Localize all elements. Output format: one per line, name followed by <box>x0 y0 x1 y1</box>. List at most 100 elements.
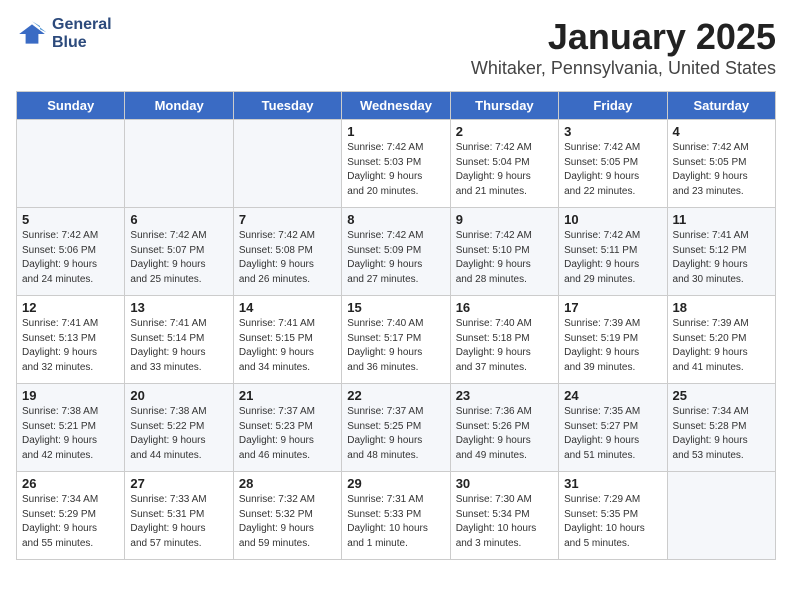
day-info: Sunrise: 7:42 AM Sunset: 5:09 PM Dayligh… <box>347 229 444 287</box>
day-number: 5 <box>22 212 119 227</box>
calendar-cell: 12 Sunrise: 7:41 AM Sunset: 5:13 PM Dayli… <box>17 296 125 384</box>
calendar-cell: 11Sunrise: 7:41 AM Sunset: 5:12 PM Dayli… <box>667 208 775 296</box>
calendar-cell: 21 Sunrise: 7:37 AM Sunset: 5:23 PM Dayli… <box>233 384 341 472</box>
day-info: Sunrise: 7:37 AM Sunset: 5:25 PM Dayligh… <box>347 405 444 463</box>
day-number: 2 <box>456 124 553 139</box>
calendar-week-row: 1Sunrise: 7:42 AM Sunset: 5:03 PM Daylig… <box>17 120 776 208</box>
calendar-cell: 24 Sunrise: 7:35 AM Sunset: 5:27 PM Dayli… <box>559 384 667 472</box>
day-info: Sunrise: 7:34 AM Sunset: 5:28 PM Dayligh… <box>673 405 770 463</box>
calendar-cell: 2 Sunrise: 7:42 AM Sunset: 5:04 PM Daylig… <box>450 120 558 208</box>
day-info: Sunrise: 7:30 AM Sunset: 5:34 PM Dayligh… <box>456 493 553 551</box>
day-info: Sunrise: 7:29 AM Sunset: 5:35 PM Dayligh… <box>564 493 661 551</box>
calendar-cell: 4 Sunrise: 7:42 AM Sunset: 5:05 PM Daylig… <box>667 120 775 208</box>
calendar-cell: 16 Sunrise: 7:40 AM Sunset: 5:18 PM Dayli… <box>450 296 558 384</box>
day-info: Sunrise: 7:37 AM Sunset: 5:23 PM Dayligh… <box>239 405 336 463</box>
calendar-cell <box>667 472 775 560</box>
day-info: Sunrise: 7:41 AM Sunset: 5:15 PM Dayligh… <box>239 317 336 375</box>
weekday-header-row: SundayMondayTuesdayWednesdayThursdayFrid… <box>17 92 776 120</box>
day-info: Sunrise: 7:42 AM Sunset: 5:08 PM Dayligh… <box>239 229 336 287</box>
weekday-header: Friday <box>559 92 667 120</box>
calendar-cell: 27Sunrise: 7:33 AM Sunset: 5:31 PM Dayli… <box>125 472 233 560</box>
calendar-cell: 23Sunrise: 7:36 AM Sunset: 5:26 PM Dayli… <box>450 384 558 472</box>
calendar-week-row: 19 Sunrise: 7:38 AM Sunset: 5:21 PM Dayli… <box>17 384 776 472</box>
calendar-cell: 13 Sunrise: 7:41 AM Sunset: 5:14 PM Dayli… <box>125 296 233 384</box>
calendar-cell: 30 Sunrise: 7:30 AM Sunset: 5:34 PM Dayli… <box>450 472 558 560</box>
calendar-cell: 15 Sunrise: 7:40 AM Sunset: 5:17 PM Dayli… <box>342 296 450 384</box>
day-number: 1 <box>347 124 444 139</box>
day-number: 16 <box>456 300 553 315</box>
day-info: Sunrise: 7:40 AM Sunset: 5:18 PM Dayligh… <box>456 317 553 375</box>
calendar-cell: 28Sunrise: 7:32 AM Sunset: 5:32 PM Dayli… <box>233 472 341 560</box>
day-info: Sunrise: 7:42 AM Sunset: 5:05 PM Dayligh… <box>564 141 661 199</box>
calendar-cell <box>233 120 341 208</box>
logo: General Blue <box>16 16 112 51</box>
day-number: 8 <box>347 212 444 227</box>
day-info: Sunrise: 7:31 AM Sunset: 5:33 PM Dayligh… <box>347 493 444 551</box>
title-area: January 2025 Whitaker, Pennsylvania, Uni… <box>471 16 776 79</box>
weekday-header: Sunday <box>17 92 125 120</box>
day-number: 30 <box>456 476 553 491</box>
day-number: 29 <box>347 476 444 491</box>
day-number: 28 <box>239 476 336 491</box>
day-number: 21 <box>239 388 336 403</box>
calendar-cell: 19 Sunrise: 7:38 AM Sunset: 5:21 PM Dayli… <box>17 384 125 472</box>
logo-text: General Blue <box>52 16 112 51</box>
calendar: SundayMondayTuesdayWednesdayThursdayFrid… <box>16 91 776 560</box>
calendar-cell <box>125 120 233 208</box>
day-info: Sunrise: 7:41 AM Sunset: 5:14 PM Dayligh… <box>130 317 227 375</box>
day-number: 18 <box>673 300 770 315</box>
day-info: Sunrise: 7:40 AM Sunset: 5:17 PM Dayligh… <box>347 317 444 375</box>
calendar-cell <box>17 120 125 208</box>
day-info: Sunrise: 7:42 AM Sunset: 5:10 PM Dayligh… <box>456 229 553 287</box>
day-info: Sunrise: 7:42 AM Sunset: 5:04 PM Dayligh… <box>456 141 553 199</box>
day-number: 10 <box>564 212 661 227</box>
calendar-cell: 10 Sunrise: 7:42 AM Sunset: 5:11 PM Dayli… <box>559 208 667 296</box>
day-number: 15 <box>347 300 444 315</box>
calendar-cell: 22 Sunrise: 7:37 AM Sunset: 5:25 PM Dayli… <box>342 384 450 472</box>
day-info: Sunrise: 7:35 AM Sunset: 5:27 PM Dayligh… <box>564 405 661 463</box>
day-info: Sunrise: 7:42 AM Sunset: 5:06 PM Dayligh… <box>22 229 119 287</box>
day-number: 13 <box>130 300 227 315</box>
day-number: 26 <box>22 476 119 491</box>
calendar-cell: 8 Sunrise: 7:42 AM Sunset: 5:09 PM Daylig… <box>342 208 450 296</box>
calendar-cell: 26Sunrise: 7:34 AM Sunset: 5:29 PM Dayli… <box>17 472 125 560</box>
calendar-cell: 17 Sunrise: 7:39 AM Sunset: 5:19 PM Dayli… <box>559 296 667 384</box>
day-info: Sunrise: 7:42 AM Sunset: 5:05 PM Dayligh… <box>673 141 770 199</box>
calendar-week-row: 5 Sunrise: 7:42 AM Sunset: 5:06 PM Daylig… <box>17 208 776 296</box>
weekday-header: Thursday <box>450 92 558 120</box>
day-info: Sunrise: 7:38 AM Sunset: 5:22 PM Dayligh… <box>130 405 227 463</box>
day-info: Sunrise: 7:42 AM Sunset: 5:11 PM Dayligh… <box>564 229 661 287</box>
calendar-cell: 14Sunrise: 7:41 AM Sunset: 5:15 PM Dayli… <box>233 296 341 384</box>
calendar-cell: 9 Sunrise: 7:42 AM Sunset: 5:10 PM Daylig… <box>450 208 558 296</box>
logo-icon <box>16 18 48 50</box>
day-number: 19 <box>22 388 119 403</box>
day-number: 6 <box>130 212 227 227</box>
day-info: Sunrise: 7:41 AM Sunset: 5:13 PM Dayligh… <box>22 317 119 375</box>
calendar-cell: 5 Sunrise: 7:42 AM Sunset: 5:06 PM Daylig… <box>17 208 125 296</box>
calendar-week-row: 12 Sunrise: 7:41 AM Sunset: 5:13 PM Dayli… <box>17 296 776 384</box>
day-number: 20 <box>130 388 227 403</box>
day-number: 7 <box>239 212 336 227</box>
calendar-cell: 20 Sunrise: 7:38 AM Sunset: 5:22 PM Dayli… <box>125 384 233 472</box>
day-info: Sunrise: 7:39 AM Sunset: 5:19 PM Dayligh… <box>564 317 661 375</box>
month-title: January 2025 <box>471 16 776 58</box>
calendar-cell: 6Sunrise: 7:42 AM Sunset: 5:07 PM Daylig… <box>125 208 233 296</box>
day-number: 25 <box>673 388 770 403</box>
weekday-header: Wednesday <box>342 92 450 120</box>
calendar-cell: 31Sunrise: 7:29 AM Sunset: 5:35 PM Dayli… <box>559 472 667 560</box>
day-number: 22 <box>347 388 444 403</box>
day-number: 17 <box>564 300 661 315</box>
day-number: 4 <box>673 124 770 139</box>
day-number: 24 <box>564 388 661 403</box>
day-number: 9 <box>456 212 553 227</box>
calendar-cell: 18Sunrise: 7:39 AM Sunset: 5:20 PM Dayli… <box>667 296 775 384</box>
day-number: 12 <box>22 300 119 315</box>
day-number: 3 <box>564 124 661 139</box>
header: General Blue January 2025 Whitaker, Penn… <box>16 16 776 79</box>
day-info: Sunrise: 7:38 AM Sunset: 5:21 PM Dayligh… <box>22 405 119 463</box>
weekday-header: Saturday <box>667 92 775 120</box>
calendar-cell: 25 Sunrise: 7:34 AM Sunset: 5:28 PM Dayli… <box>667 384 775 472</box>
calendar-cell: 7 Sunrise: 7:42 AM Sunset: 5:08 PM Daylig… <box>233 208 341 296</box>
weekday-header: Monday <box>125 92 233 120</box>
day-info: Sunrise: 7:36 AM Sunset: 5:26 PM Dayligh… <box>456 405 553 463</box>
